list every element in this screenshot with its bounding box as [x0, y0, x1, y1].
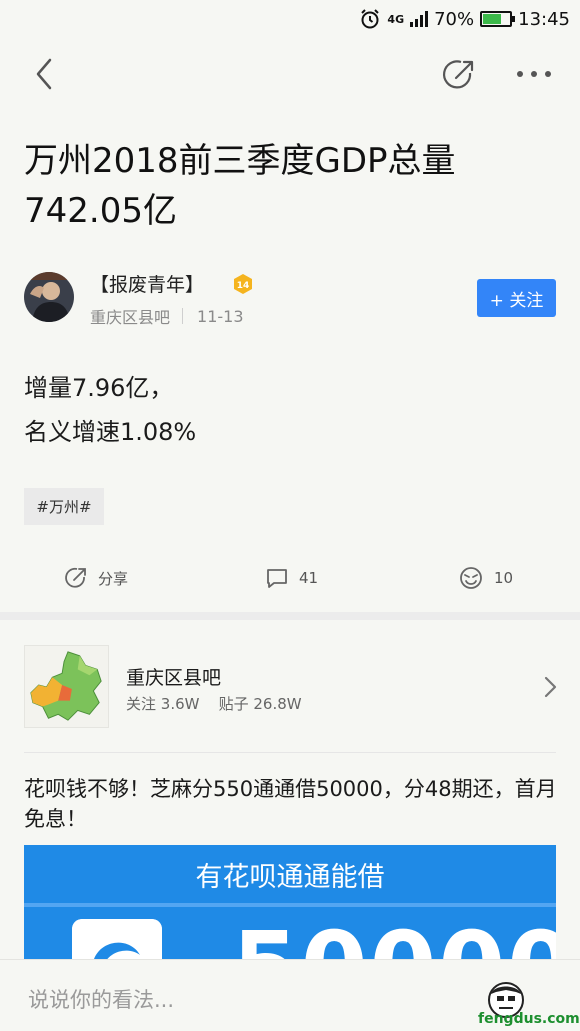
- like-action[interactable]: 10: [458, 560, 513, 596]
- battery-percent: 70%: [434, 8, 475, 30]
- ad-title[interactable]: 花呗钱不够！芝麻分550通通借50000，分48期还，首月免息！: [24, 774, 560, 834]
- ad-banner-strip: [24, 903, 556, 907]
- battery-icon: [480, 11, 516, 27]
- share-icon[interactable]: [440, 56, 478, 94]
- share-action-icon: [65, 567, 86, 588]
- network-type: 4G: [387, 12, 405, 26]
- chevron-right-icon[interactable]: [540, 674, 562, 700]
- alarm-icon: [361, 9, 380, 29]
- signal-icon: [410, 11, 429, 27]
- post-title-line-2: 742.05亿: [24, 191, 177, 231]
- share-action[interactable]: 分享: [64, 560, 128, 596]
- level-badge-icon: 14: [234, 274, 252, 294]
- author-name[interactable]: 【报废青年】: [90, 270, 204, 297]
- status-bar: 4G 70% 13:45: [0, 0, 580, 38]
- card-divider: [24, 752, 556, 753]
- follow-stat-label: 关注: [126, 695, 157, 713]
- forum-link[interactable]: 重庆区县吧: [90, 304, 170, 328]
- follow-button[interactable]: + 关注: [477, 279, 556, 317]
- comment-icon: [267, 569, 287, 588]
- forum-name[interactable]: 重庆区县吧: [126, 663, 221, 690]
- post-date: 11-13: [197, 306, 244, 326]
- more-icon[interactable]: [512, 62, 556, 86]
- post-title: 万州2018前三季度GDP总量 742.05亿: [24, 136, 554, 236]
- post-title-line-1: 万州2018前三季度GDP总量: [24, 141, 456, 181]
- posts-stat-count: 26.8W: [253, 695, 302, 713]
- status-icons: 4G 70% 13:45: [359, 6, 570, 32]
- share-label: 分享: [98, 569, 129, 588]
- author-avatar[interactable]: [24, 272, 74, 322]
- watermark-text: fengdus.com: [478, 1011, 580, 1027]
- level-number: 14: [237, 281, 250, 291]
- comment-count: 41: [299, 569, 319, 587]
- clock: 13:45: [518, 8, 570, 30]
- post-body-line-1: 增量7.96亿，: [24, 374, 174, 402]
- post-actions: 分享 41 10: [0, 560, 580, 596]
- meta-divider: [182, 308, 184, 324]
- post-body-line-2: 名义增速1.08%: [24, 418, 197, 446]
- post-meta: 重庆区县吧 11-13: [90, 304, 244, 328]
- forum-stats: 关注 3.6W 贴子 26.8W: [126, 693, 302, 714]
- back-arrow-icon[interactable]: [26, 56, 62, 92]
- topic-tag[interactable]: #万州#: [24, 488, 104, 525]
- follow-stat-count: 3.6W: [160, 695, 200, 713]
- comment-action[interactable]: 41: [265, 560, 318, 596]
- post-body: 增量7.96亿， 名义增速1.08%: [24, 366, 196, 454]
- posts-stat-label: 贴子: [218, 695, 249, 713]
- comment-input[interactable]: 说说你的看法...: [28, 984, 174, 1014]
- ad-banner-header: 有花呗通通能借: [195, 861, 385, 893]
- section-divider: [0, 612, 580, 620]
- comment-bar: 说说你的看法... fengdus.com: [0, 959, 580, 1031]
- like-face-icon: [460, 567, 482, 589]
- forum-map-thumbnail[interactable]: [24, 645, 109, 728]
- top-nav: [0, 38, 580, 110]
- like-count: 10: [494, 569, 514, 587]
